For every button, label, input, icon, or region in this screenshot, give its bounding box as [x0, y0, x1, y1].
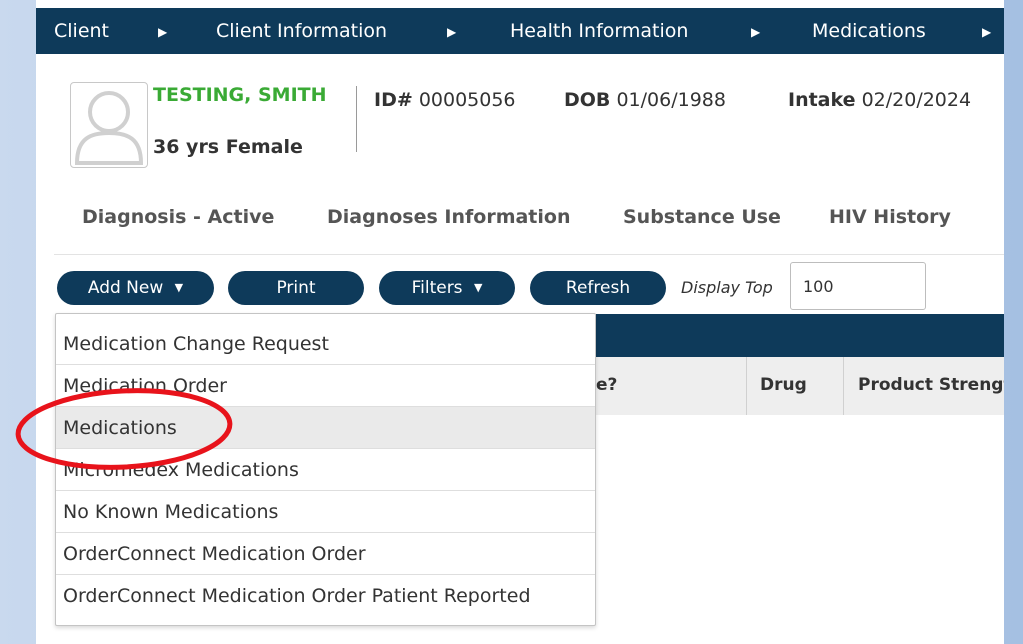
app-frame: Client ▶ Client Information ▶ Health Inf…	[36, 0, 1004, 644]
header-divider	[356, 86, 357, 152]
add-new-dropdown-menu: Medication Change Request Medication Ord…	[55, 313, 596, 626]
caret-right-icon: ▶	[447, 25, 457, 39]
column-header-product-strength[interactable]: Product Strength	[858, 375, 1004, 395]
menu-item-orderconnect-medication-order[interactable]: OrderConnect Medication Order	[56, 533, 595, 575]
grid-header-bar	[596, 314, 1004, 357]
refresh-button[interactable]: Refresh	[530, 271, 666, 305]
menu-item-micromedex-medications[interactable]: Micromedex Medications	[56, 449, 595, 491]
caret-right-icon: ▶	[982, 25, 992, 39]
caret-right-icon: ▶	[158, 25, 168, 39]
tab-diagnoses-information[interactable]: Diagnoses Information	[327, 206, 570, 228]
user-avatar-icon	[70, 82, 148, 168]
column-divider	[843, 357, 844, 415]
caret-right-icon: ▶	[751, 25, 761, 39]
client-intake: Intake 02/20/2024	[788, 89, 971, 111]
column-header-drug[interactable]: Drug	[760, 375, 807, 395]
client-name: TESTING, SMITH	[153, 84, 327, 106]
add-new-button[interactable]: Add New ▼	[57, 271, 214, 305]
client-dob: DOB 01/06/1988	[564, 89, 726, 111]
client-dob-value: 01/06/1988	[616, 89, 726, 111]
breadcrumb-client[interactable]: Client	[54, 20, 109, 42]
client-id: ID# 00005056	[374, 89, 516, 111]
menu-item-medication-change-request[interactable]: Medication Change Request	[56, 323, 595, 365]
breadcrumb-nav: Client ▶ Client Information ▶ Health Inf…	[36, 8, 1004, 54]
filters-button[interactable]: Filters ▼	[379, 271, 515, 305]
client-id-label: ID#	[374, 89, 413, 111]
display-top-label: Display Top	[681, 278, 773, 297]
client-dob-label: DOB	[564, 89, 611, 111]
menu-item-medication-order[interactable]: Medication Order	[56, 365, 595, 407]
client-age-sex: 36 yrs Female	[153, 136, 303, 158]
tab-substance-use[interactable]: Substance Use	[623, 206, 781, 228]
caret-down-icon: ▼	[473, 281, 483, 294]
breadcrumb-health-information[interactable]: Health Information	[510, 20, 688, 42]
column-header-active[interactable]: e?	[596, 375, 617, 395]
caret-down-icon: ▼	[174, 281, 184, 294]
display-top-input[interactable]	[790, 262, 926, 310]
filters-label: Filters	[411, 278, 463, 298]
menu-item-no-known-medications[interactable]: No Known Medications	[56, 491, 595, 533]
breadcrumb-client-information[interactable]: Client Information	[216, 20, 387, 42]
menu-item-medications[interactable]: Medications	[56, 407, 595, 449]
client-intake-value: 02/20/2024	[861, 89, 972, 111]
print-button[interactable]: Print	[228, 271, 364, 305]
column-divider	[746, 357, 747, 415]
breadcrumb-medications[interactable]: Medications	[812, 20, 926, 42]
client-intake-label: Intake	[788, 89, 856, 111]
tab-diagnosis-active[interactable]: Diagnosis - Active	[82, 206, 274, 228]
menu-item-orderconnect-patient-reported[interactable]: OrderConnect Medication Order Patient Re…	[56, 575, 595, 617]
tab-hiv-history[interactable]: HIV History	[829, 206, 951, 228]
tab-divider	[54, 254, 1004, 255]
client-id-value: 00005056	[418, 89, 516, 111]
add-new-label: Add New	[87, 278, 164, 298]
